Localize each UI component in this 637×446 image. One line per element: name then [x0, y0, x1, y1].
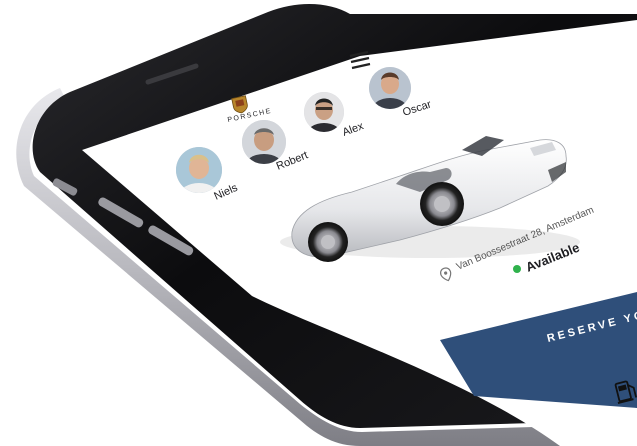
phone-mockup-photo: PORSCHE Oscar Alex Robert Niels Van Boos… — [0, 0, 637, 446]
availability-status-dot — [513, 265, 521, 273]
